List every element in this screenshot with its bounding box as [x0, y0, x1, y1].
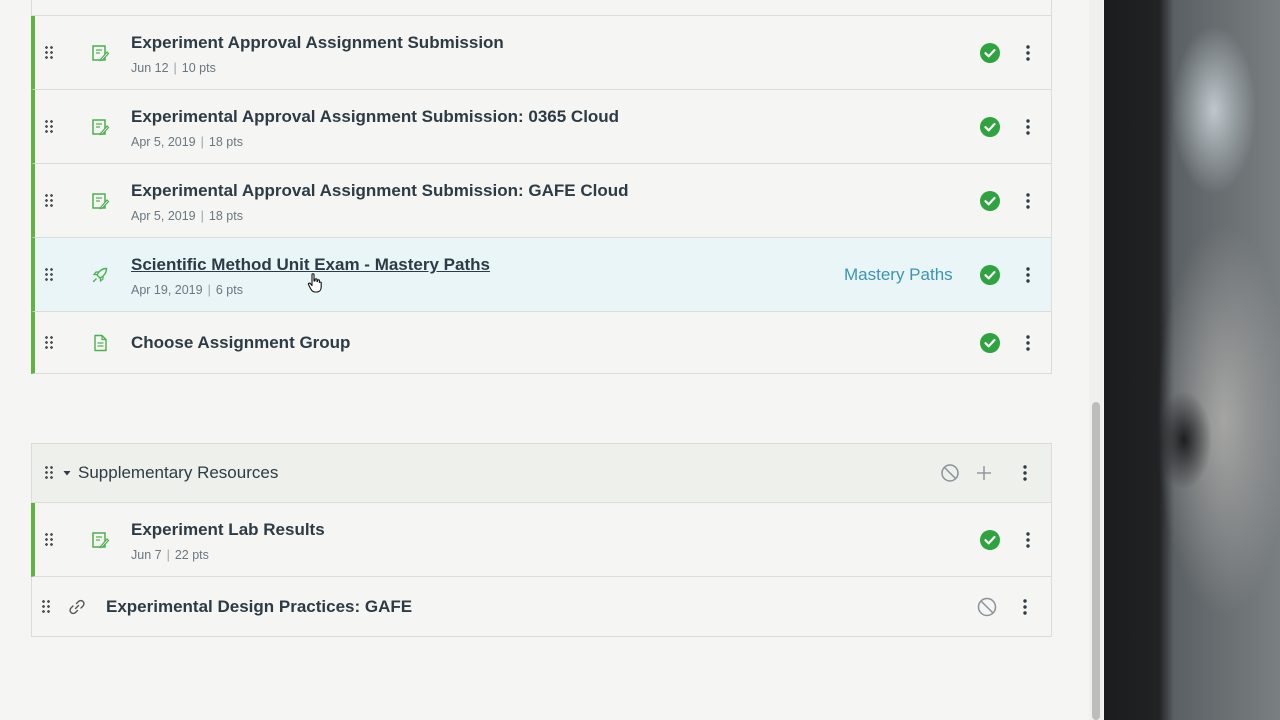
points: 22 pts: [174, 548, 209, 562]
drag-handle-icon[interactable]: [44, 266, 54, 283]
module-item[interactable]: Experimental Approval Assignment Submiss…: [31, 90, 1051, 164]
drag-handle-icon[interactable]: [44, 192, 54, 209]
points: 10 pts: [181, 61, 216, 75]
module-item[interactable]: Experimental Approval Assignment Submiss…: [31, 164, 1051, 238]
item-title[interactable]: Experimental Approval Assignment Submiss…: [131, 107, 619, 127]
item-title[interactable]: Experiment Approval Assignment Submissio…: [131, 33, 504, 53]
kebab-menu-icon[interactable]: [1023, 531, 1033, 549]
unpublished-icon[interactable]: [977, 597, 997, 617]
meta-separator: |: [200, 209, 204, 223]
module-item[interactable]: Experiment Approval Assignment Submissio…: [31, 16, 1051, 90]
published-check-icon[interactable]: [980, 529, 1000, 550]
hand-cursor-icon: [307, 273, 322, 293]
assignment-icon: [92, 118, 110, 135]
due-date: Apr 5, 2019: [131, 135, 196, 149]
kebab-menu-icon[interactable]: [1023, 192, 1033, 210]
kebab-menu-icon[interactable]: [1020, 464, 1030, 482]
drag-handle-icon[interactable]: [41, 598, 51, 615]
add-item-icon[interactable]: [974, 463, 994, 483]
blurred-background: [1104, 0, 1280, 720]
points: 18 pts: [208, 209, 243, 223]
module-1-top-edge: [32, 0, 1051, 16]
assignment-icon: [92, 531, 110, 548]
item-meta: Apr 19, 2019 | 6 pts: [131, 283, 243, 297]
points: 6 pts: [215, 283, 243, 297]
module-supplementary-resources: Supplementary Resources Experiment Lab R…: [31, 443, 1052, 637]
item-meta: Jun 7 | 22 pts: [131, 548, 209, 562]
meta-separator: |: [173, 61, 177, 75]
link-icon: [69, 599, 85, 614]
item-title[interactable]: Experimental Approval Assignment Submiss…: [131, 181, 628, 201]
kebab-menu-icon[interactable]: [1020, 598, 1030, 616]
due-date: Jun 12: [131, 61, 169, 75]
due-date: Apr 19, 2019: [131, 283, 203, 297]
kebab-menu-icon[interactable]: [1023, 334, 1033, 352]
drag-handle-icon[interactable]: [44, 531, 54, 548]
module-item-unpublished[interactable]: Experimental Design Practices: GAFE: [32, 577, 1051, 637]
module-item[interactable]: Choose Assignment Group: [31, 312, 1051, 374]
scrollbar-thumb[interactable]: [1092, 402, 1100, 720]
item-title[interactable]: Experimental Design Practices: GAFE: [106, 597, 412, 617]
unpublished-icon[interactable]: [940, 463, 960, 483]
item-title[interactable]: Experiment Lab Results: [131, 520, 325, 540]
quiz-rocket-icon: [92, 267, 108, 282]
item-title[interactable]: Choose Assignment Group: [131, 333, 350, 353]
collapse-caret-icon[interactable]: [62, 469, 72, 477]
published-check-icon[interactable]: [980, 116, 1000, 137]
published-check-icon[interactable]: [980, 190, 1000, 211]
published-check-icon[interactable]: [980, 332, 1000, 353]
assignment-icon: [92, 44, 110, 61]
item-meta: Jun 12 | 10 pts: [131, 61, 216, 75]
module-1: Experiment Approval Assignment Submissio…: [31, 0, 1052, 374]
kebab-menu-icon[interactable]: [1023, 118, 1033, 136]
drag-handle-icon[interactable]: [44, 334, 54, 351]
due-date: Apr 5, 2019: [131, 209, 196, 223]
kebab-menu-icon[interactable]: [1023, 266, 1033, 284]
page-icon: [94, 334, 107, 351]
kebab-menu-icon[interactable]: [1023, 44, 1033, 62]
modules-page: Experiment Approval Assignment Submissio…: [0, 0, 1104, 720]
drag-handle-icon[interactable]: [44, 465, 54, 481]
drag-handle-icon[interactable]: [44, 118, 54, 135]
published-check-icon[interactable]: [980, 42, 1000, 63]
due-date: Jun 7: [131, 548, 162, 562]
mastery-paths-link[interactable]: Mastery Paths: [844, 265, 953, 285]
drag-handle-icon[interactable]: [44, 44, 54, 61]
meta-separator: |: [200, 135, 204, 149]
meta-separator: |: [207, 283, 211, 297]
points: 18 pts: [208, 135, 243, 149]
assignment-icon: [92, 192, 110, 209]
item-meta: Apr 5, 2019 | 18 pts: [131, 135, 243, 149]
item-meta: Apr 5, 2019 | 18 pts: [131, 209, 243, 223]
meta-separator: |: [166, 548, 170, 562]
module-item-hovered[interactable]: Scientific Method Unit Exam - Mastery Pa…: [31, 238, 1051, 312]
published-check-icon[interactable]: [980, 264, 1000, 285]
module-header[interactable]: Supplementary Resources: [32, 443, 1051, 503]
module-item[interactable]: Experiment Lab Results Jun 7 | 22 pts: [31, 503, 1051, 577]
module-title[interactable]: Supplementary Resources: [78, 463, 278, 483]
